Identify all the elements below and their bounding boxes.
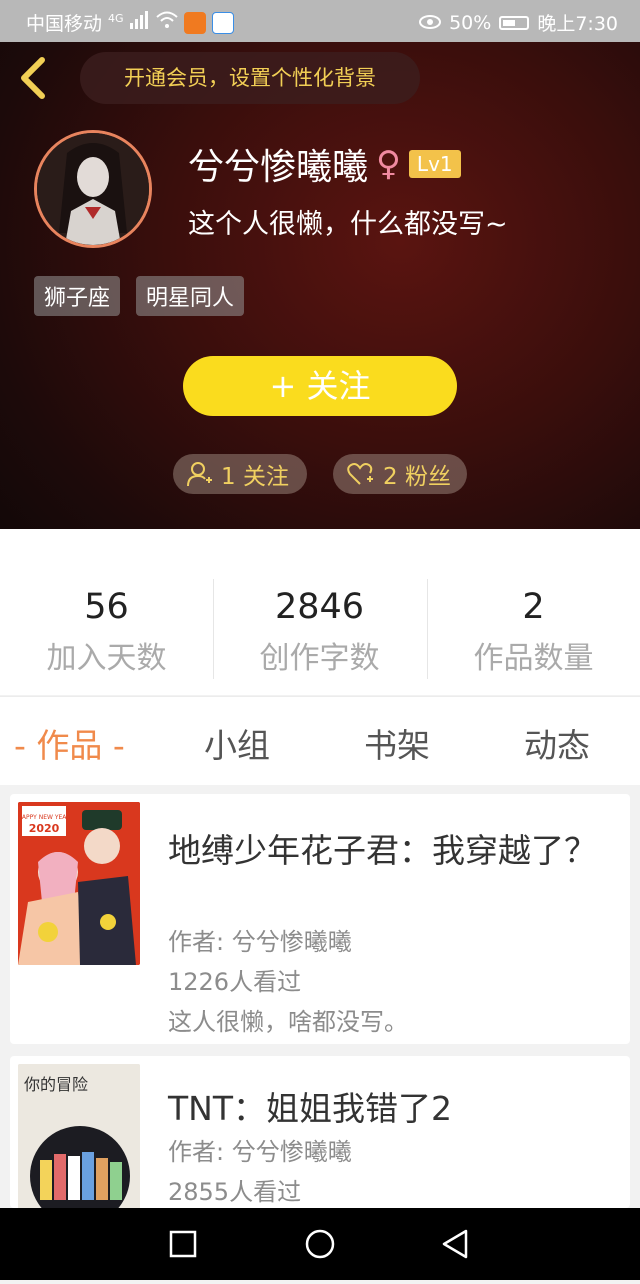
fans-count-button[interactable]: 2 粉丝 — [333, 454, 467, 494]
weibo-app-icon — [183, 11, 206, 34]
back-button[interactable] — [14, 56, 54, 100]
recent-apps-button[interactable] — [169, 1230, 197, 1258]
square-icon — [169, 1230, 197, 1258]
profile-tabs: - 作品 - 小组 书架 动态 — [0, 696, 640, 785]
work-title[interactable]: TNT：姐姐我错了2 — [168, 1082, 452, 1130]
profile-bio: 这个人很懒，什么都没写~ — [188, 209, 508, 240]
browser-app-icon — [211, 11, 234, 34]
profile-header: 开通会员，设置个性化背景 兮兮惨曦曦 ♀ Lv1 这个人很懒，什么都没写~ 狮子… — [0, 42, 640, 529]
vip-background-banner[interactable]: 开通会员，设置个性化背景 — [80, 52, 420, 104]
heart-plus-icon — [347, 463, 373, 485]
work-title[interactable]: 地缚少年花子君：我穿越了？ — [168, 824, 597, 872]
female-gender-icon: ♀ — [376, 144, 401, 184]
triangle-back-icon — [442, 1229, 468, 1259]
carrier-label: 中国移动 — [26, 13, 103, 35]
stat-value: 56 — [84, 587, 129, 627]
stat-works-count: 2 作品数量 — [427, 529, 640, 695]
work-views: 1226人看过 — [168, 968, 302, 996]
fans-count: 2 粉丝 — [383, 464, 451, 490]
work-description: 这人很懒，啥都没写。 — [168, 1008, 408, 1036]
tab-activity[interactable]: 动态 — [524, 719, 590, 767]
circle-icon — [305, 1229, 335, 1259]
tab-groups[interactable]: 小组 — [204, 719, 270, 767]
back-nav-button[interactable] — [442, 1229, 468, 1259]
stat-value: 2 — [522, 587, 545, 627]
home-button[interactable] — [305, 1229, 335, 1259]
user-plus-icon — [187, 462, 212, 487]
profile-stats: 56 加入天数 2846 创作字数 2 作品数量 — [0, 529, 640, 695]
svg-text:2020: 2020 — [29, 822, 60, 835]
stat-label: 作品数量 — [473, 641, 594, 676]
battery-icon — [499, 15, 530, 30]
stat-word-count: 2846 创作字数 — [213, 529, 426, 695]
cover-illustration: 你的冒险 — [18, 1064, 140, 1208]
stat-join-days: 56 加入天数 — [0, 529, 213, 695]
tag-genre[interactable]: 明星同人 — [136, 276, 245, 316]
work-card[interactable]: 你的冒险 TNT：姐姐我错了2 作者: 兮兮惨曦曦 2855人看过 — [10, 1056, 630, 1208]
avatar[interactable] — [34, 130, 152, 248]
svg-text:你的冒险: 你的冒险 — [24, 1075, 88, 1094]
level-badge: Lv1 — [408, 150, 461, 178]
clock: 晚上7:30 — [537, 13, 618, 35]
tab-works[interactable]: - 作品 - — [14, 719, 125, 767]
signal-icon — [129, 11, 150, 34]
work-author: 作者: 兮兮惨曦曦 — [168, 1138, 352, 1166]
svg-text:HAPPY NEW YEAR: HAPPY NEW YEAR — [18, 814, 71, 821]
stat-label: 创作字数 — [259, 641, 380, 676]
stat-value: 2846 — [274, 587, 365, 627]
stat-label: 加入天数 — [46, 641, 167, 676]
work-card[interactable]: HAPPY NEW YEAR 2020 地缚少年花子君：我穿越了？ 作者: 兮兮… — [10, 794, 630, 1044]
work-views: 2855人看过 — [168, 1178, 302, 1206]
avatar-illustration — [37, 133, 149, 245]
status-bar: 中国移动 4G 50% 晚上7:30 — [0, 0, 640, 42]
eye-comfort-icon — [419, 12, 442, 34]
tab-bookshelf[interactable]: 书架 — [364, 719, 430, 767]
nickname: 兮兮惨曦曦 — [188, 147, 369, 188]
tag-zodiac[interactable]: 狮子座 — [34, 276, 121, 316]
wifi-icon — [155, 11, 178, 34]
cover-illustration: HAPPY NEW YEAR 2020 — [18, 802, 140, 965]
system-navigation-bar — [0, 1208, 640, 1280]
battery-percent: 50% — [449, 11, 492, 34]
profile-tags: 狮子座 明星同人 — [34, 276, 245, 316]
profile-name-row: 兮兮惨曦曦 ♀ Lv1 — [188, 138, 461, 190]
follow-button[interactable]: + 关注 — [183, 356, 457, 416]
work-cover[interactable]: 你的冒险 — [18, 1064, 140, 1208]
work-cover[interactable]: HAPPY NEW YEAR 2020 — [18, 802, 140, 965]
following-count-button[interactable]: 1 关注 — [173, 454, 307, 494]
work-author: 作者: 兮兮惨曦曦 — [168, 928, 352, 956]
following-count: 1 关注 — [221, 464, 289, 490]
network-type: 4G — [108, 12, 124, 25]
chevron-left-icon — [21, 57, 45, 99]
